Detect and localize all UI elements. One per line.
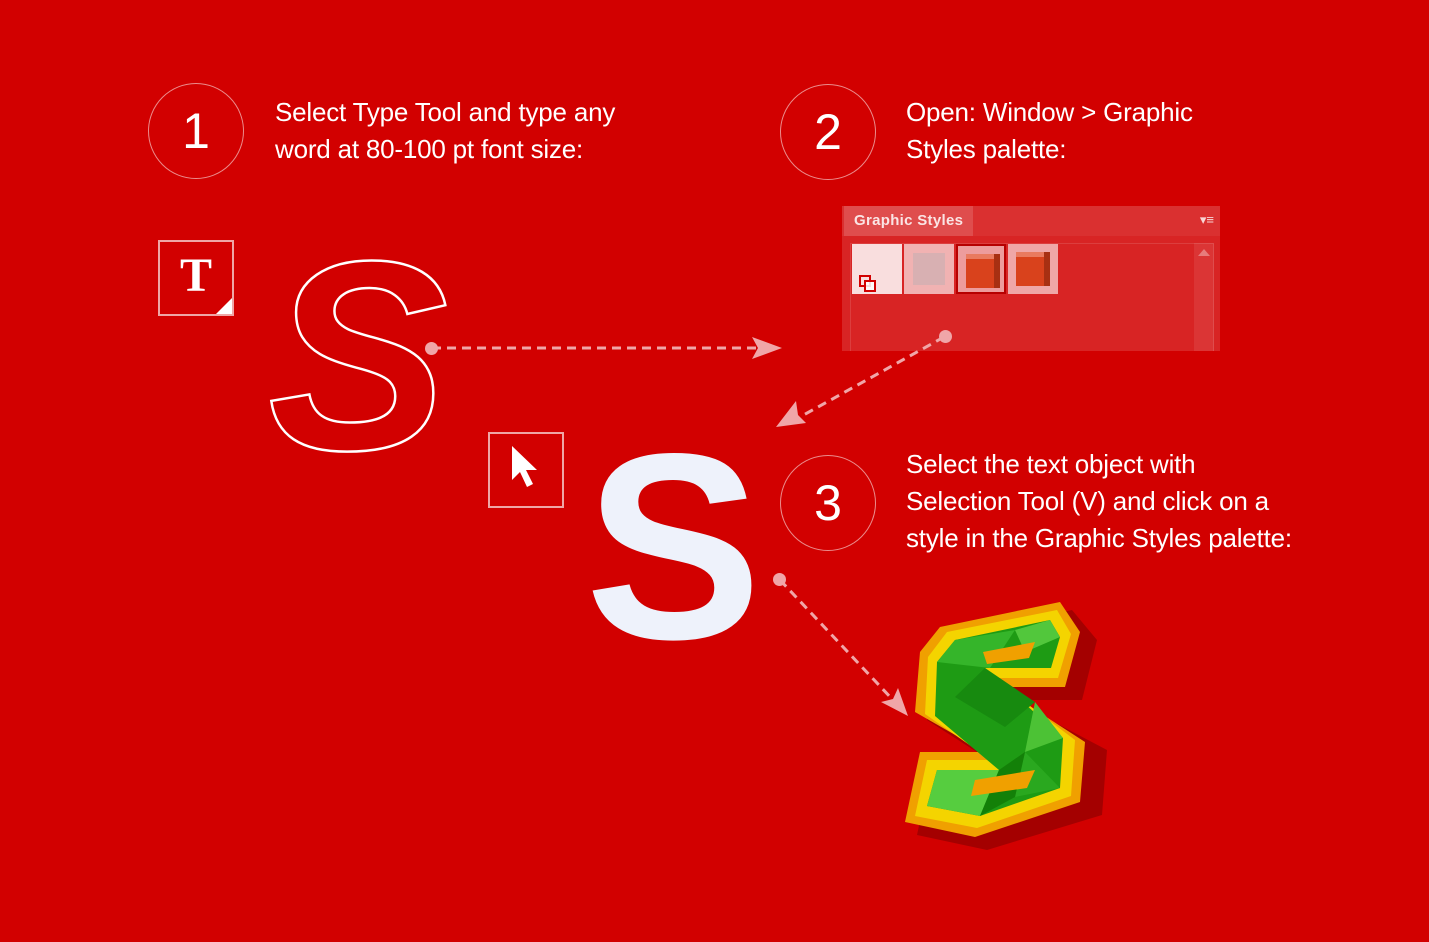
selection-tool-box xyxy=(488,432,564,508)
step-2-number: 2 xyxy=(780,84,876,180)
tool-corner-marker xyxy=(216,298,232,314)
step-1-line-2: word at 80-100 pt font size: xyxy=(275,134,584,164)
step-1-number: 1 xyxy=(148,83,244,179)
palette-menu-icon[interactable]: ▾≡ xyxy=(1200,212,1214,228)
swatch-default-style[interactable] xyxy=(852,244,902,294)
step-3-line-2: Selection Tool (V) and click on a xyxy=(906,486,1269,516)
step-2-line-1: Open: Window > Graphic xyxy=(906,97,1193,127)
swatch-cube-style-selected[interactable] xyxy=(956,244,1006,294)
palette-scrollbar[interactable] xyxy=(1194,243,1214,351)
graphic-styles-palette: Graphic Styles ▾≡ xyxy=(842,206,1220,351)
solid-letter: S xyxy=(585,399,762,695)
step-1-instruction: Select Type Tool and type any word at 80… xyxy=(275,94,615,168)
outline-letter: S xyxy=(267,206,450,507)
arrow-2-start-dot xyxy=(939,330,952,343)
step-number: 3 xyxy=(814,475,842,531)
palette-tab[interactable]: Graphic Styles xyxy=(844,206,974,236)
default-style-icon-overlay xyxy=(864,280,876,292)
step-3-instruction: Select the text object with Selection To… xyxy=(906,446,1292,557)
swatch-cube-style[interactable] xyxy=(1008,244,1058,294)
type-tool-glyph: T xyxy=(179,249,212,302)
arrow-3-start-dot xyxy=(773,573,786,586)
step-3-number: 3 xyxy=(780,455,876,551)
arrow-1 xyxy=(432,337,782,359)
arrow-3 xyxy=(778,578,908,716)
type-tool-icon: T xyxy=(158,240,234,316)
step-number: 2 xyxy=(814,104,842,160)
selection-arrow-icon xyxy=(512,446,537,487)
scroll-up-icon[interactable] xyxy=(1198,249,1210,256)
arrow-1-start-dot xyxy=(425,342,438,355)
step-3-line-1: Select the text object with xyxy=(906,449,1196,479)
grey-square xyxy=(913,253,945,285)
cube-icon xyxy=(966,254,1000,288)
step-2-line-2: Styles palette: xyxy=(906,134,1067,164)
step-1-line-1: Select Type Tool and type any xyxy=(275,97,616,127)
step-2-instruction: Open: Window > Graphic Styles palette: xyxy=(906,94,1193,168)
cube-icon xyxy=(1016,252,1050,286)
swatch-grey-style[interactable] xyxy=(904,244,954,294)
styled-letter-result xyxy=(905,602,1107,850)
step-3-line-3: style in the Graphic Styles palette: xyxy=(906,523,1292,553)
step-number: 1 xyxy=(182,103,210,159)
